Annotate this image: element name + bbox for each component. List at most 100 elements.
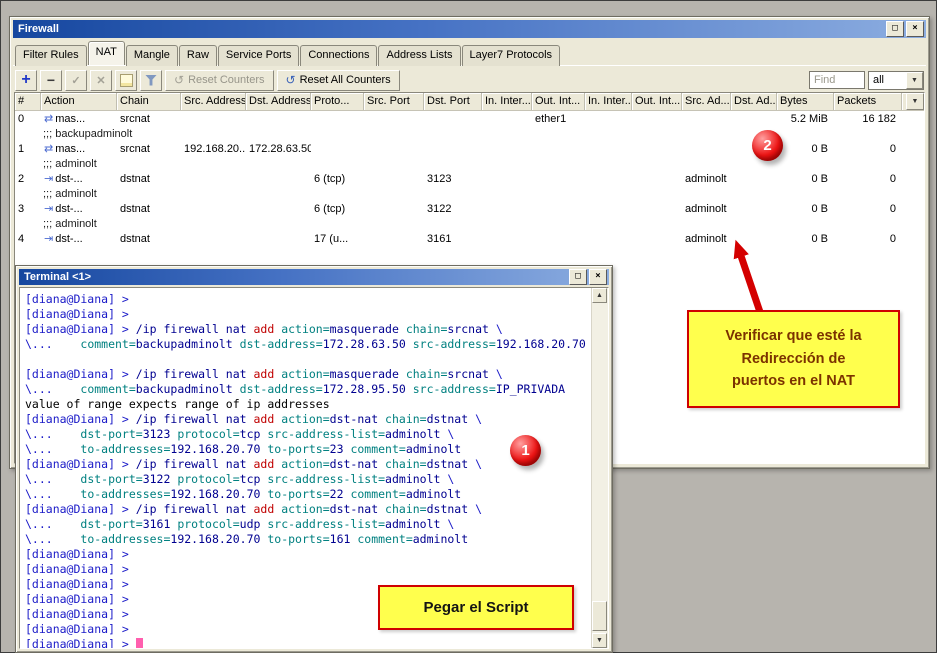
terminal-text-segment: add (253, 322, 281, 336)
filter-button[interactable] (140, 70, 162, 91)
remove-icon: − (47, 72, 55, 88)
cell-chain: dstnat (117, 203, 181, 215)
column-header[interactable]: Dst. Address (246, 93, 311, 110)
terminal-text-segment: \... (25, 487, 80, 501)
cell-dst-port: 3123 (424, 173, 482, 185)
column-header[interactable]: Out. Int... (632, 93, 682, 110)
find-input[interactable] (809, 71, 865, 89)
column-header[interactable]: Out. Int... (532, 93, 585, 110)
column-header[interactable]: In. Inter... (585, 93, 632, 110)
terminal-scrollbar[interactable]: ▲ ▼ (591, 288, 608, 648)
tab-address-lists[interactable]: Address Lists (378, 45, 460, 66)
column-header[interactable]: In. Inter... (482, 93, 532, 110)
terminal-line: \... dst-port=3123 protocol=tcp src-addr… (25, 427, 591, 442)
disable-button[interactable]: ✕ (90, 70, 112, 91)
terminal-line: \... to-addresses=192.168.20.70 to-ports… (25, 442, 591, 457)
scrollbar-thumb[interactable] (592, 601, 607, 631)
comment-row[interactable]: ;;; adminolt (15, 156, 924, 171)
cell-packets: 0 (834, 203, 902, 215)
dst-nat-icon: ⇥ (44, 234, 53, 245)
terminal-text-segment: protocol= (177, 517, 239, 531)
tab-mangle[interactable]: Mangle (126, 45, 178, 66)
column-header[interactable]: Dst. Ad... (731, 93, 777, 110)
cell-dst-port: 3161 (424, 233, 482, 245)
terminal-text-segment: comment= (80, 337, 135, 351)
dst-nat-icon: ⇥ (44, 204, 53, 215)
scroll-up-icon[interactable]: ▲ (592, 288, 607, 303)
tab-raw[interactable]: Raw (179, 45, 217, 66)
nat-rule-row[interactable]: 1⇄mas...srcnat192.168.20...172.28.63.500… (15, 141, 924, 156)
close-button[interactable]: × (906, 21, 924, 37)
cell-chain: dstnat (117, 173, 181, 185)
terminal-titlebar[interactable]: Terminal <1> □ × (19, 269, 609, 285)
tab-nat[interactable]: NAT (88, 41, 125, 65)
add-icon: + (21, 73, 30, 87)
dst-nat-icon: ⇥ (44, 174, 53, 185)
terminal-text-segment: \... (25, 427, 80, 441)
terminal-text-segment: [diana@Diana] > (25, 322, 136, 336)
column-header[interactable]: Bytes (777, 93, 834, 110)
terminal-text-segment: tcp (240, 472, 268, 486)
comment-button[interactable] (115, 70, 137, 91)
masquerade-icon: ⇄ (44, 114, 53, 125)
header-filler: ▼ (902, 93, 924, 110)
terminal-text-segment: \ (447, 427, 454, 441)
column-select-button[interactable]: ▼ (906, 93, 924, 110)
terminal-text-segment: \... (25, 337, 80, 351)
filter-dropdown[interactable]: all ▼ (868, 71, 924, 90)
cell-action: ⇥dst-... (41, 173, 117, 185)
column-header[interactable]: Packets (834, 93, 902, 110)
tab-service-ports[interactable]: Service Ports (218, 45, 299, 66)
terminal-text-segment: adminolt (406, 442, 461, 456)
tab-filter-rules[interactable]: Filter Rules (15, 45, 87, 66)
terminal-text-segment: add (253, 457, 281, 471)
nat-rule-row[interactable]: 2⇥dst-...dstnat6 (tcp)3123adminolt0 B0 (15, 171, 924, 186)
comment-row[interactable]: ;;; backupadminolt (15, 126, 924, 141)
cell-action: ⇥dst-... (41, 233, 117, 245)
terminal-text-segment: \ (475, 412, 482, 426)
terminal-text-segment: srcnat (447, 367, 495, 381)
nat-rule-row[interactable]: 3⇥dst-...dstnat6 (tcp)3122adminolt0 B0 (15, 201, 924, 216)
disable-icon: ✕ (96, 74, 105, 87)
terminal-close-button[interactable]: × (589, 269, 607, 285)
cell-chain: srcnat (117, 143, 181, 155)
terminal-text-segment: add (253, 367, 281, 381)
nat-rule-row[interactable]: 0⇄mas...srcnatether15.2 MiB16 182 (15, 111, 924, 126)
tab-connections[interactable]: Connections (300, 45, 377, 66)
chevron-down-icon: ▼ (906, 72, 923, 89)
scroll-down-icon[interactable]: ▼ (592, 633, 607, 648)
cell-bytes: 0 B (777, 143, 834, 155)
remove-button[interactable]: − (40, 70, 62, 91)
column-header[interactable]: Src. Address (181, 93, 246, 110)
terminal-text-segment: chain= (385, 412, 427, 426)
cell-num: 0 (15, 113, 41, 125)
cell-protocol: 6 (tcp) (311, 203, 364, 215)
add-button[interactable]: + (15, 70, 37, 91)
terminal-text-segment: [diana@Diana] > (25, 502, 136, 516)
reset-all-counters-icon: ↺ (286, 74, 296, 86)
nat-rule-row[interactable]: 4⇥dst-...dstnat17 (u...3161adminolt0 B0 (15, 231, 924, 246)
column-header[interactable]: Action (41, 93, 117, 110)
column-header[interactable]: Proto... (311, 93, 364, 110)
reset-counters-label: Reset Counters (188, 74, 264, 86)
column-header[interactable]: Chain (117, 93, 181, 110)
window-title: Firewall (18, 23, 884, 35)
column-header[interactable]: Src. Ad... (682, 93, 731, 110)
comment-row[interactable]: ;;; adminolt (15, 216, 924, 231)
terminal-maximize-button[interactable]: □ (569, 269, 587, 285)
terminal-text-segment: dst-nat (330, 457, 385, 471)
firewall-titlebar[interactable]: Firewall □ × (13, 20, 926, 38)
column-header[interactable]: Src. Port (364, 93, 424, 110)
terminal-line: value of range expects range of ip addre… (25, 397, 591, 412)
column-header[interactable]: # (15, 93, 41, 110)
terminal-text-segment: src-address= (413, 382, 496, 396)
cell-protocol: 6 (tcp) (311, 173, 364, 185)
reset-counters-button[interactable]: ↺ Reset Counters (165, 70, 274, 91)
comment-row[interactable]: ;;; adminolt (15, 186, 924, 201)
tab-layer7-protocols[interactable]: Layer7 Protocols (462, 45, 561, 66)
maximize-button[interactable]: □ (886, 21, 904, 37)
terminal-text-segment: src-address-list= (267, 427, 385, 441)
reset-all-counters-button[interactable]: ↺ Reset All Counters (277, 70, 400, 91)
enable-button[interactable]: ✓ (65, 70, 87, 91)
column-header[interactable]: Dst. Port (424, 93, 482, 110)
